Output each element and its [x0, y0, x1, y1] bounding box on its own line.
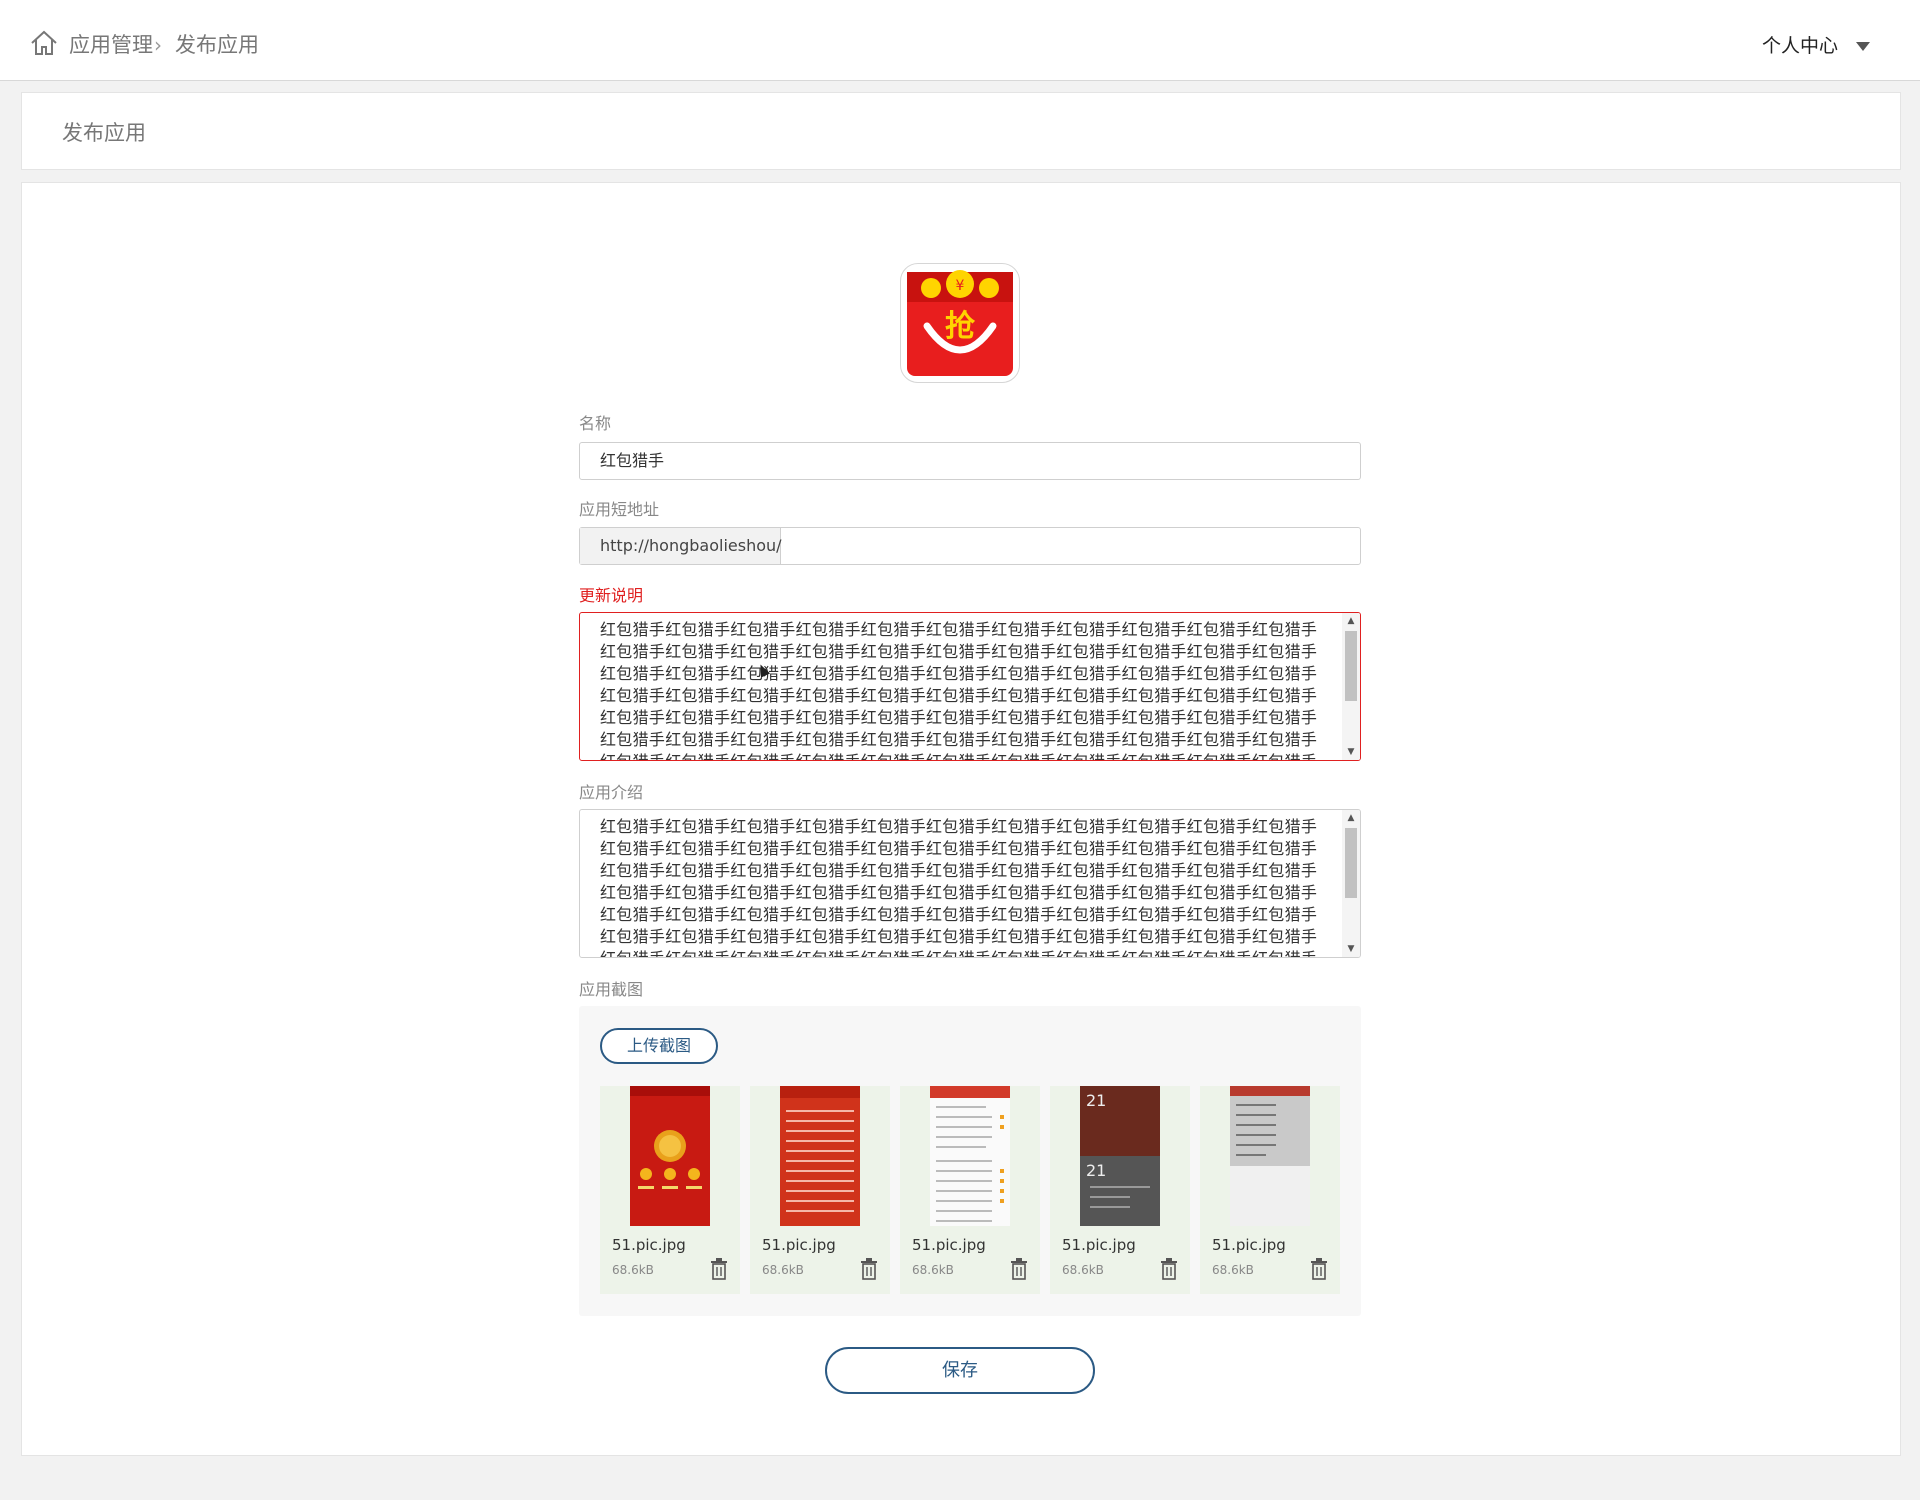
- short-url-label: 应用短地址: [579, 500, 660, 519]
- svg-text:21: 21: [1086, 1161, 1106, 1180]
- screenshot-card[interactable]: 51.pic.jpg 68.6kB: [900, 1086, 1040, 1294]
- update-notes-label: 更新说明: [579, 586, 644, 605]
- short-url-prefix: http://hongbaolieshou/: [580, 528, 782, 564]
- app-intro-textarea[interactable]: 红包猎手红包猎手红包猎手红包猎手红包猎手红包猎手红包猎手红包猎手红包猎手红包猎手…: [579, 809, 1361, 958]
- screenshot-filename: 51.pic.jpg: [1062, 1236, 1136, 1254]
- screenshot-thumbnail: [930, 1086, 1010, 1226]
- svg-text:¥: ¥: [956, 278, 965, 294]
- trash-icon[interactable]: [1160, 1258, 1178, 1280]
- screenshot-filename: 51.pic.jpg: [612, 1236, 686, 1254]
- trash-icon[interactable]: [860, 1258, 878, 1280]
- screenshots-area: 上传截图 51.pic.jpg 68.6kB 51.pic.jpg 68.6kB…: [579, 1006, 1361, 1316]
- short-url-field: http://hongbaolieshou/: [579, 527, 1361, 565]
- update-notes-text: 红包猎手红包猎手红包猎手红包猎手红包猎手红包猎手红包猎手红包猎手红包猎手红包猎手…: [600, 620, 1318, 760]
- screenshot-card[interactable]: 51.pic.jpg 68.6kB: [750, 1086, 890, 1294]
- update-notes-textarea[interactable]: 红包猎手红包猎手红包猎手红包猎手红包猎手红包猎手红包猎手红包猎手红包猎手红包猎手…: [579, 612, 1361, 761]
- screenshot-card[interactable]: 21 21 51.pic.jpg 68.6kB: [1050, 1086, 1190, 1294]
- screenshot-filesize: 68.6kB: [912, 1263, 954, 1277]
- top-bar: 应用管理 › 发布应用 个人中心: [0, 0, 1920, 81]
- breadcrumb-separator-icon: ›: [154, 33, 162, 57]
- scroll-down-icon[interactable]: ▼: [1342, 744, 1360, 760]
- breadcrumb-publish-app: 发布应用: [175, 33, 259, 57]
- app-icon[interactable]: ¥ 抢: [900, 263, 1020, 383]
- scroll-down-icon[interactable]: ▼: [1342, 941, 1360, 957]
- screenshot-thumbnail: [780, 1086, 860, 1226]
- screenshot-filename: 51.pic.jpg: [912, 1236, 986, 1254]
- svg-text:抢: 抢: [945, 309, 976, 344]
- screenshot-card[interactable]: 51.pic.jpg 68.6kB: [1200, 1086, 1340, 1294]
- scrollbar-thumb[interactable]: [1345, 828, 1357, 898]
- caret-down-icon: [1856, 42, 1870, 51]
- screenshot-filesize: 68.6kB: [1212, 1263, 1254, 1277]
- update-notes-scrollbar[interactable]: ▲ ▼: [1342, 613, 1360, 760]
- screenshot-filename: 51.pic.jpg: [1212, 1236, 1286, 1254]
- app-intro-text: 红包猎手红包猎手红包猎手红包猎手红包猎手红包猎手红包猎手红包猎手红包猎手红包猎手…: [600, 817, 1318, 957]
- app-intro-label: 应用介绍: [579, 783, 644, 802]
- scroll-up-icon[interactable]: ▲: [1342, 810, 1360, 826]
- breadcrumb-app-management[interactable]: 应用管理: [69, 30, 153, 60]
- screenshot-filesize: 68.6kB: [1062, 1263, 1104, 1277]
- save-button[interactable]: 保存: [825, 1347, 1095, 1394]
- screenshots-label: 应用截图: [579, 980, 644, 999]
- page-title: 发布应用: [62, 121, 146, 145]
- screenshot-card[interactable]: 51.pic.jpg 68.6kB: [600, 1086, 740, 1294]
- scroll-up-icon[interactable]: ▲: [1342, 613, 1360, 629]
- home-icon[interactable]: [29, 28, 59, 58]
- screenshot-filename: 51.pic.jpg: [762, 1236, 836, 1254]
- scrollbar-thumb[interactable]: [1345, 631, 1357, 701]
- page-title-panel: 发布应用: [21, 92, 1901, 170]
- app-intro-scrollbar[interactable]: ▲ ▼: [1342, 810, 1360, 957]
- screenshot-thumbnail: 21 21: [1080, 1086, 1160, 1226]
- user-center-menu[interactable]: 个人中心: [1762, 32, 1870, 60]
- name-label: 名称: [579, 414, 612, 433]
- short-url-input[interactable]: [782, 528, 1360, 564]
- screenshot-thumbnail: [1230, 1086, 1310, 1226]
- upload-screenshot-button[interactable]: 上传截图: [600, 1028, 718, 1064]
- trash-icon[interactable]: [1010, 1258, 1028, 1280]
- trash-icon[interactable]: [710, 1258, 728, 1280]
- screenshot-filesize: 68.6kB: [612, 1263, 654, 1277]
- red-envelope-logo-icon: ¥ 抢: [907, 270, 1013, 376]
- svg-text:21: 21: [1086, 1091, 1106, 1110]
- user-center-label: 个人中心: [1761, 35, 1838, 57]
- trash-icon[interactable]: [1310, 1258, 1328, 1280]
- name-input[interactable]: 红包猎手: [579, 442, 1361, 480]
- screenshot-thumbnail: [630, 1086, 710, 1226]
- screenshot-filesize: 68.6kB: [762, 1263, 804, 1277]
